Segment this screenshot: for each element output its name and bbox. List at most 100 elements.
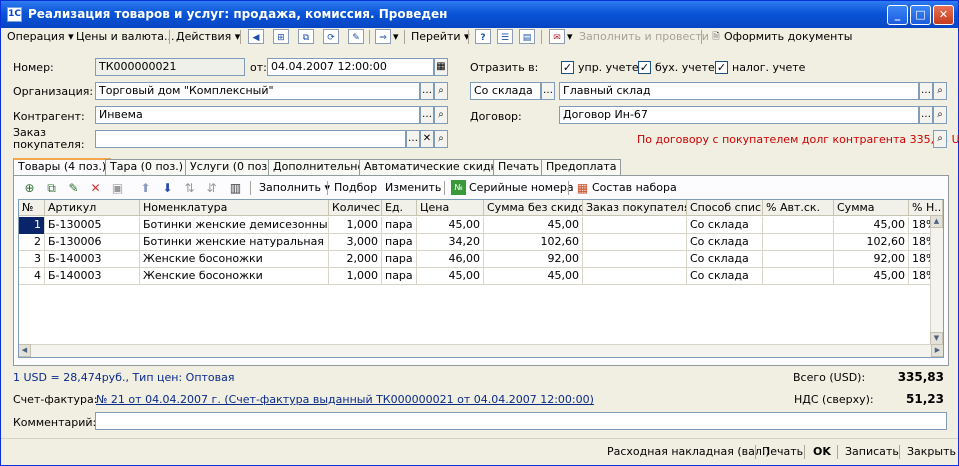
minimize-button[interactable]: _ xyxy=(887,5,908,25)
cell-qty[interactable]: 3,000 xyxy=(329,234,382,251)
close-button[interactable]: Закрыть xyxy=(903,443,959,463)
actions-menu[interactable]: Действия ▾ xyxy=(176,28,240,45)
scroll-right-icon[interactable]: ▶ xyxy=(931,344,943,357)
cell-article[interactable]: Б-140003 xyxy=(45,268,140,285)
contract-field[interactable]: Договор Ин-67 xyxy=(559,106,919,124)
cell-sum[interactable]: 102,60 xyxy=(834,234,909,251)
cell-sum[interactable]: 45,00 xyxy=(834,217,909,234)
col-header-auto-discount[interactable]: % Авт.ск. xyxy=(763,200,834,216)
move-down-icon[interactable]: ⬇ xyxy=(160,180,175,195)
post-document-icon[interactable]: ✎ xyxy=(348,29,364,44)
cell-unit[interactable]: пара xyxy=(382,268,417,285)
tab-prepayment[interactable]: Предоплата xyxy=(541,159,622,175)
make-documents-button[interactable]: Оформить документы xyxy=(724,28,852,45)
order-open-icon[interactable]: ⌕ xyxy=(434,130,448,148)
warehouse-field[interactable]: Главный склад xyxy=(559,82,919,100)
warehouse-type-select-button[interactable]: … xyxy=(541,82,555,100)
tab-print[interactable]: Печать xyxy=(493,159,545,175)
cell-order[interactable] xyxy=(583,268,687,285)
organization-select-button[interactable]: … xyxy=(420,82,434,100)
cell-unit[interactable]: пара xyxy=(382,251,417,268)
cell-n[interactable]: 1 xyxy=(19,217,45,234)
cell-order[interactable] xyxy=(583,234,687,251)
waybill-button[interactable]: Расходная накладная (вал.) xyxy=(603,443,774,463)
close-window-button[interactable]: ✕ xyxy=(933,5,954,25)
vertical-scrollbar[interactable]: ▲ ▼ xyxy=(930,215,943,345)
cell-article[interactable]: Б-130006 xyxy=(45,234,140,251)
kit-composition-button[interactable]: Состав набора xyxy=(592,180,677,196)
mgmt-accounting-checkbox[interactable]: ✓ xyxy=(561,61,574,74)
col-header-sum-without-discount[interactable]: Сумма без скидок xyxy=(484,200,583,216)
cell-price[interactable]: 46,00 xyxy=(417,251,484,268)
fill-menu[interactable]: Заполнить ▾ xyxy=(259,180,330,196)
cell-auto[interactable] xyxy=(763,217,834,234)
cell-method[interactable]: Со склада xyxy=(687,268,763,285)
email-icon[interactable]: ✉ xyxy=(549,29,565,44)
move-up-icon[interactable]: ⬆ xyxy=(138,180,153,195)
order-clear-icon[interactable]: ✕ xyxy=(420,130,434,148)
col-header-number[interactable]: № xyxy=(19,200,45,216)
customer-order-field[interactable] xyxy=(95,130,406,148)
email-dropdown-icon[interactable]: ▾ xyxy=(567,28,573,45)
currency-rate-info[interactable]: 1 USD = 28,474руб., Тип цен: Оптовая xyxy=(13,371,235,384)
contractor-open-icon[interactable]: ⌕ xyxy=(434,106,448,124)
cell-qty[interactable]: 1,000 xyxy=(329,217,382,234)
order-select-button[interactable]: … xyxy=(406,130,420,148)
horizontal-scrollbar[interactable]: ◀ ▶ xyxy=(19,344,943,357)
select-button[interactable]: Подбор xyxy=(334,180,377,196)
contract-select-button[interactable]: … xyxy=(919,106,933,124)
cell-sum_wo[interactable]: 92,00 xyxy=(484,251,583,268)
col-header-article[interactable]: Артикул xyxy=(45,200,140,216)
cell-sum_wo[interactable]: 102,60 xyxy=(484,234,583,251)
cell-auto[interactable] xyxy=(763,251,834,268)
change-button[interactable]: Изменить xyxy=(385,180,441,196)
add-row-icon[interactable]: ⊕ xyxy=(22,180,37,195)
cell-sum[interactable]: 92,00 xyxy=(834,251,909,268)
col-header-nomenclature[interactable]: Номенклатура xyxy=(140,200,329,216)
cell-sum_wo[interactable]: 45,00 xyxy=(484,268,583,285)
warehouse-select-button[interactable]: … xyxy=(919,82,933,100)
copy-row-icon[interactable]: ⧉ xyxy=(44,180,59,195)
serial-numbers-button[interactable]: Серийные номера xyxy=(469,180,574,196)
cell-method[interactable]: Со склада xyxy=(687,251,763,268)
organization-field[interactable]: Торговый дом "Комплексный" xyxy=(95,82,420,100)
col-header-sum[interactable]: Сумма xyxy=(834,200,909,216)
create-based-on-icon[interactable]: ⇒ xyxy=(375,29,391,44)
back-arrow-icon[interactable]: ◀ xyxy=(248,29,264,44)
prices-currency-button[interactable]: Цены и валюта... xyxy=(76,28,174,45)
table-row[interactable]: 3 Б-140003 Женские босоножки 2,000 пара 46,00… xyxy=(19,251,943,268)
edit-row-icon[interactable]: ✎ xyxy=(66,180,81,195)
delete-row-icon[interactable]: ✕ xyxy=(88,180,103,195)
cell-sum_wo[interactable]: 45,00 xyxy=(484,217,583,234)
comment-field[interactable] xyxy=(95,412,947,430)
cell-n[interactable]: 2 xyxy=(19,234,45,251)
date-field[interactable]: 04.04.2007 12:00:00 xyxy=(267,58,434,76)
refresh-icon[interactable]: ⟳ xyxy=(323,29,339,44)
cell-unit[interactable]: пара xyxy=(382,217,417,234)
tab-services[interactable]: Услуги (0 поз.) xyxy=(185,159,281,175)
tab-goods[interactable]: Товары (4 поз.) xyxy=(13,158,112,176)
cell-qty[interactable]: 1,000 xyxy=(329,268,382,285)
scroll-left-icon[interactable]: ◀ xyxy=(19,344,31,357)
cell-name[interactable]: Ботинки женские демисезонные xyxy=(140,217,329,234)
warehouse-open-icon[interactable]: ⌕ xyxy=(933,82,947,100)
cell-price[interactable]: 45,00 xyxy=(417,217,484,234)
cell-price[interactable]: 45,00 xyxy=(417,268,484,285)
create-based-on-dropdown-icon[interactable]: ▾ xyxy=(393,28,399,45)
cell-qty[interactable]: 2,000 xyxy=(329,251,382,268)
cell-price[interactable]: 34,20 xyxy=(417,234,484,251)
col-header-price[interactable]: Цена xyxy=(417,200,484,216)
cell-order[interactable] xyxy=(583,251,687,268)
structure-icon[interactable]: ⊞ xyxy=(273,29,289,44)
barcode-icon[interactable]: ▥ xyxy=(228,180,243,195)
cell-auto[interactable] xyxy=(763,234,834,251)
cell-method[interactable]: Со склада xyxy=(687,234,763,251)
cell-name[interactable]: Ботинки женские натуральная ко... xyxy=(140,234,329,251)
copy-docs-icon[interactable]: ⧉ xyxy=(298,29,314,44)
print-button[interactable]: Печать xyxy=(758,443,807,463)
tax-accounting-checkbox[interactable]: ✓ xyxy=(715,61,728,74)
number-field[interactable]: ТК000000021 xyxy=(95,58,245,76)
ok-button[interactable]: OK xyxy=(809,443,835,463)
cell-n[interactable]: 3 xyxy=(19,251,45,268)
invoice-link[interactable]: № 21 от 04.04.2007 г. (Счет-фактура выда… xyxy=(96,393,594,406)
